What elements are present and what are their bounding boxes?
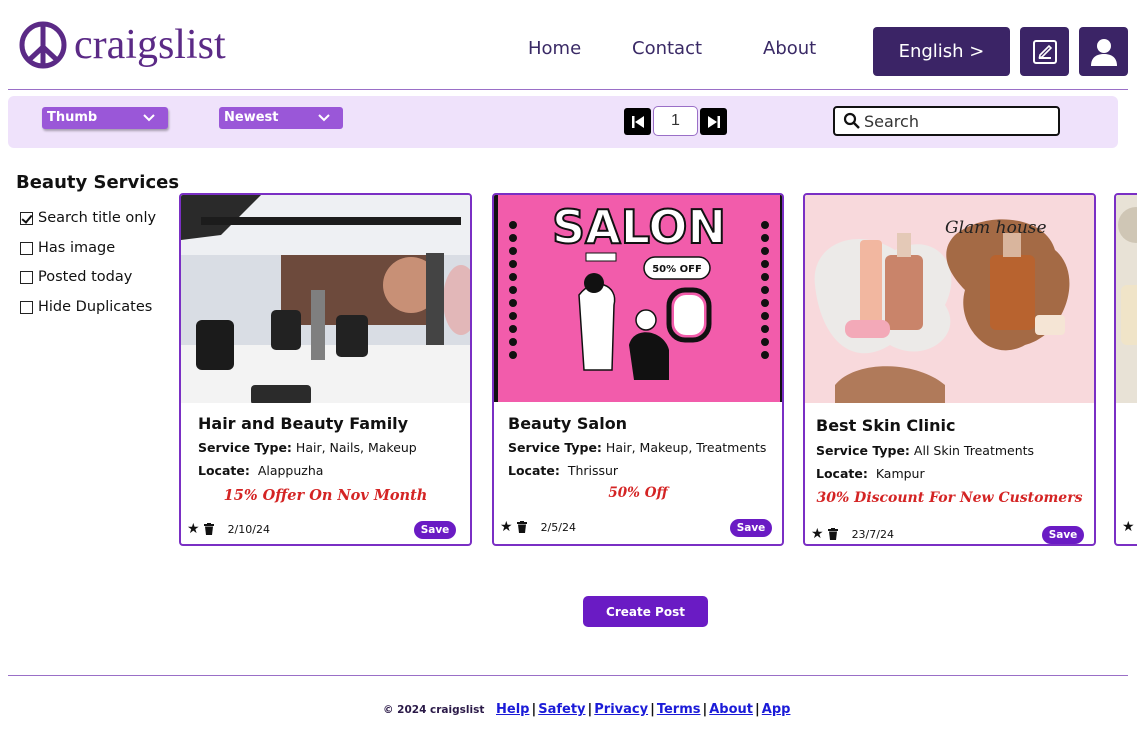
nav-about[interactable]: About <box>763 38 816 59</box>
search-input[interactable] <box>864 111 1044 131</box>
footer-link-help[interactable]: Help <box>496 702 529 717</box>
header: craigslist Home Contact About English > <box>0 0 1137 90</box>
filter-search-title-only[interactable]: Search title only <box>20 210 156 226</box>
poster-badge: 50% OFF <box>652 264 702 275</box>
listing-image-salon-interior[interactable] <box>181 195 470 403</box>
listing-location: Locate: Thrissur <box>508 463 619 478</box>
save-button[interactable]: Save <box>1042 526 1084 544</box>
user-icon <box>1090 38 1117 66</box>
toolbar: Thumb Newest 1 <box>8 96 1118 148</box>
listing-date: 2/10/24 <box>227 522 270 536</box>
listing-card[interactable]: Glam house Best Skin Clinic Service Type… <box>803 193 1096 546</box>
footer-link-terms[interactable]: Terms <box>657 702 701 717</box>
filter-label: Hide Duplicates <box>38 299 153 315</box>
view-select-value: Thumb <box>47 110 98 125</box>
skip-forward-icon <box>707 115 720 128</box>
star-icon[interactable]: ★ <box>811 526 824 542</box>
checkbox[interactable] <box>20 270 33 284</box>
listing-card-partial[interactable]: ★ <box>1114 193 1137 546</box>
last-page-button[interactable] <box>700 108 727 135</box>
listing-offer: 50% Off <box>608 485 668 501</box>
listing-offer: 30% Discount For New Customers <box>816 490 1083 506</box>
first-page-button[interactable] <box>624 108 651 135</box>
search-box[interactable] <box>833 106 1060 136</box>
account-button[interactable] <box>1079 27 1128 76</box>
listing-footer: ★ 2/10/24 <box>187 521 270 537</box>
listing-footer: ★ 23/7/24 <box>811 526 894 542</box>
checkbox[interactable] <box>20 241 33 255</box>
sort-select[interactable]: Newest <box>219 107 343 129</box>
listing-card[interactable]: SALON 50% OFF Beauty Salon Service Type:… <box>492 193 784 546</box>
listing-image-partial[interactable] <box>1116 195 1137 403</box>
save-button[interactable]: Save <box>730 519 772 537</box>
search-icon <box>843 112 860 129</box>
language-button[interactable]: English > <box>873 27 1010 76</box>
chevron-down-icon <box>143 114 155 122</box>
trash-icon[interactable] <box>516 521 527 533</box>
image-script-text: Glam house <box>945 218 1047 238</box>
filter-has-image[interactable]: Has image <box>20 240 115 256</box>
footer-link-app[interactable]: App <box>762 702 791 717</box>
new-post-button[interactable] <box>1020 27 1069 76</box>
footer-links: Help | Safety | Privacy | Terms | About | App <box>496 702 791 717</box>
copyright: © 2024 craigslist <box>383 704 485 716</box>
category-title: Beauty Services <box>16 172 180 193</box>
footer-link-about[interactable]: About <box>709 702 753 717</box>
skip-back-icon <box>631 115 644 128</box>
listing-service-type: Service Type: Hair, Nails, Makeup <box>198 440 417 455</box>
nav-home[interactable]: Home <box>528 38 581 59</box>
sort-select-value: Newest <box>224 110 279 125</box>
trash-icon[interactable] <box>203 523 214 535</box>
trash-icon[interactable] <box>827 528 838 540</box>
listing-title[interactable]: Hair and Beauty Family <box>198 414 408 433</box>
checkbox-checked[interactable] <box>20 211 33 225</box>
filter-posted-today[interactable]: Posted today <box>20 269 132 285</box>
listing-image-skincare[interactable]: Glam house <box>805 195 1094 403</box>
filter-label: Posted today <box>38 269 133 285</box>
listing-date: 2/5/24 <box>540 520 576 534</box>
listing-service-type: Service Type: All Skin Treatments <box>816 443 1035 458</box>
filter-hide-duplicates[interactable]: Hide Duplicates <box>20 299 152 315</box>
peace-icon <box>19 21 67 69</box>
footer-divider <box>8 675 1128 676</box>
listing-date: 23/7/24 <box>851 527 894 541</box>
chevron-down-icon <box>318 114 330 122</box>
listing-service-type: Service Type: Hair, Makeup, Treatments <box>508 440 767 455</box>
listing-title[interactable]: Beauty Salon <box>508 414 627 433</box>
listing-footer: ★ <box>1122 519 1137 535</box>
edit-icon <box>1032 39 1057 64</box>
logo-text: craigslist <box>74 22 226 68</box>
view-select[interactable]: Thumb <box>42 107 168 129</box>
logo[interactable]: craigslist <box>18 20 226 70</box>
filter-label: Search title only <box>38 210 157 226</box>
filter-label: Has image <box>38 240 116 256</box>
listing-title[interactable]: Best Skin Clinic <box>816 416 955 435</box>
checkbox[interactable] <box>20 300 33 314</box>
listing-card[interactable]: Hair and Beauty Family Service Type: Hai… <box>179 193 472 546</box>
listing-location: Locate: Alappuzha <box>198 463 324 478</box>
listing-footer: ★ 2/5/24 <box>500 519 576 535</box>
star-icon[interactable]: ★ <box>500 519 513 535</box>
listing-offer: 15% Offer On Nov Month <box>223 487 428 504</box>
create-post-button[interactable]: Create Post <box>583 596 708 627</box>
footer-link-privacy[interactable]: Privacy <box>594 702 648 717</box>
footer-link-safety[interactable]: Safety <box>538 702 585 717</box>
listing-location: Locate: Kampur <box>816 466 925 481</box>
star-icon[interactable]: ★ <box>1122 519 1135 535</box>
save-button[interactable]: Save <box>414 521 456 539</box>
nav-contact[interactable]: Contact <box>632 38 702 59</box>
poster-heading: SALON <box>552 200 726 254</box>
listing-image-salon-poster[interactable]: SALON 50% OFF <box>494 195 782 402</box>
star-icon[interactable]: ★ <box>187 521 200 537</box>
header-divider <box>8 89 1128 90</box>
page-number-input[interactable]: 1 <box>653 106 698 136</box>
